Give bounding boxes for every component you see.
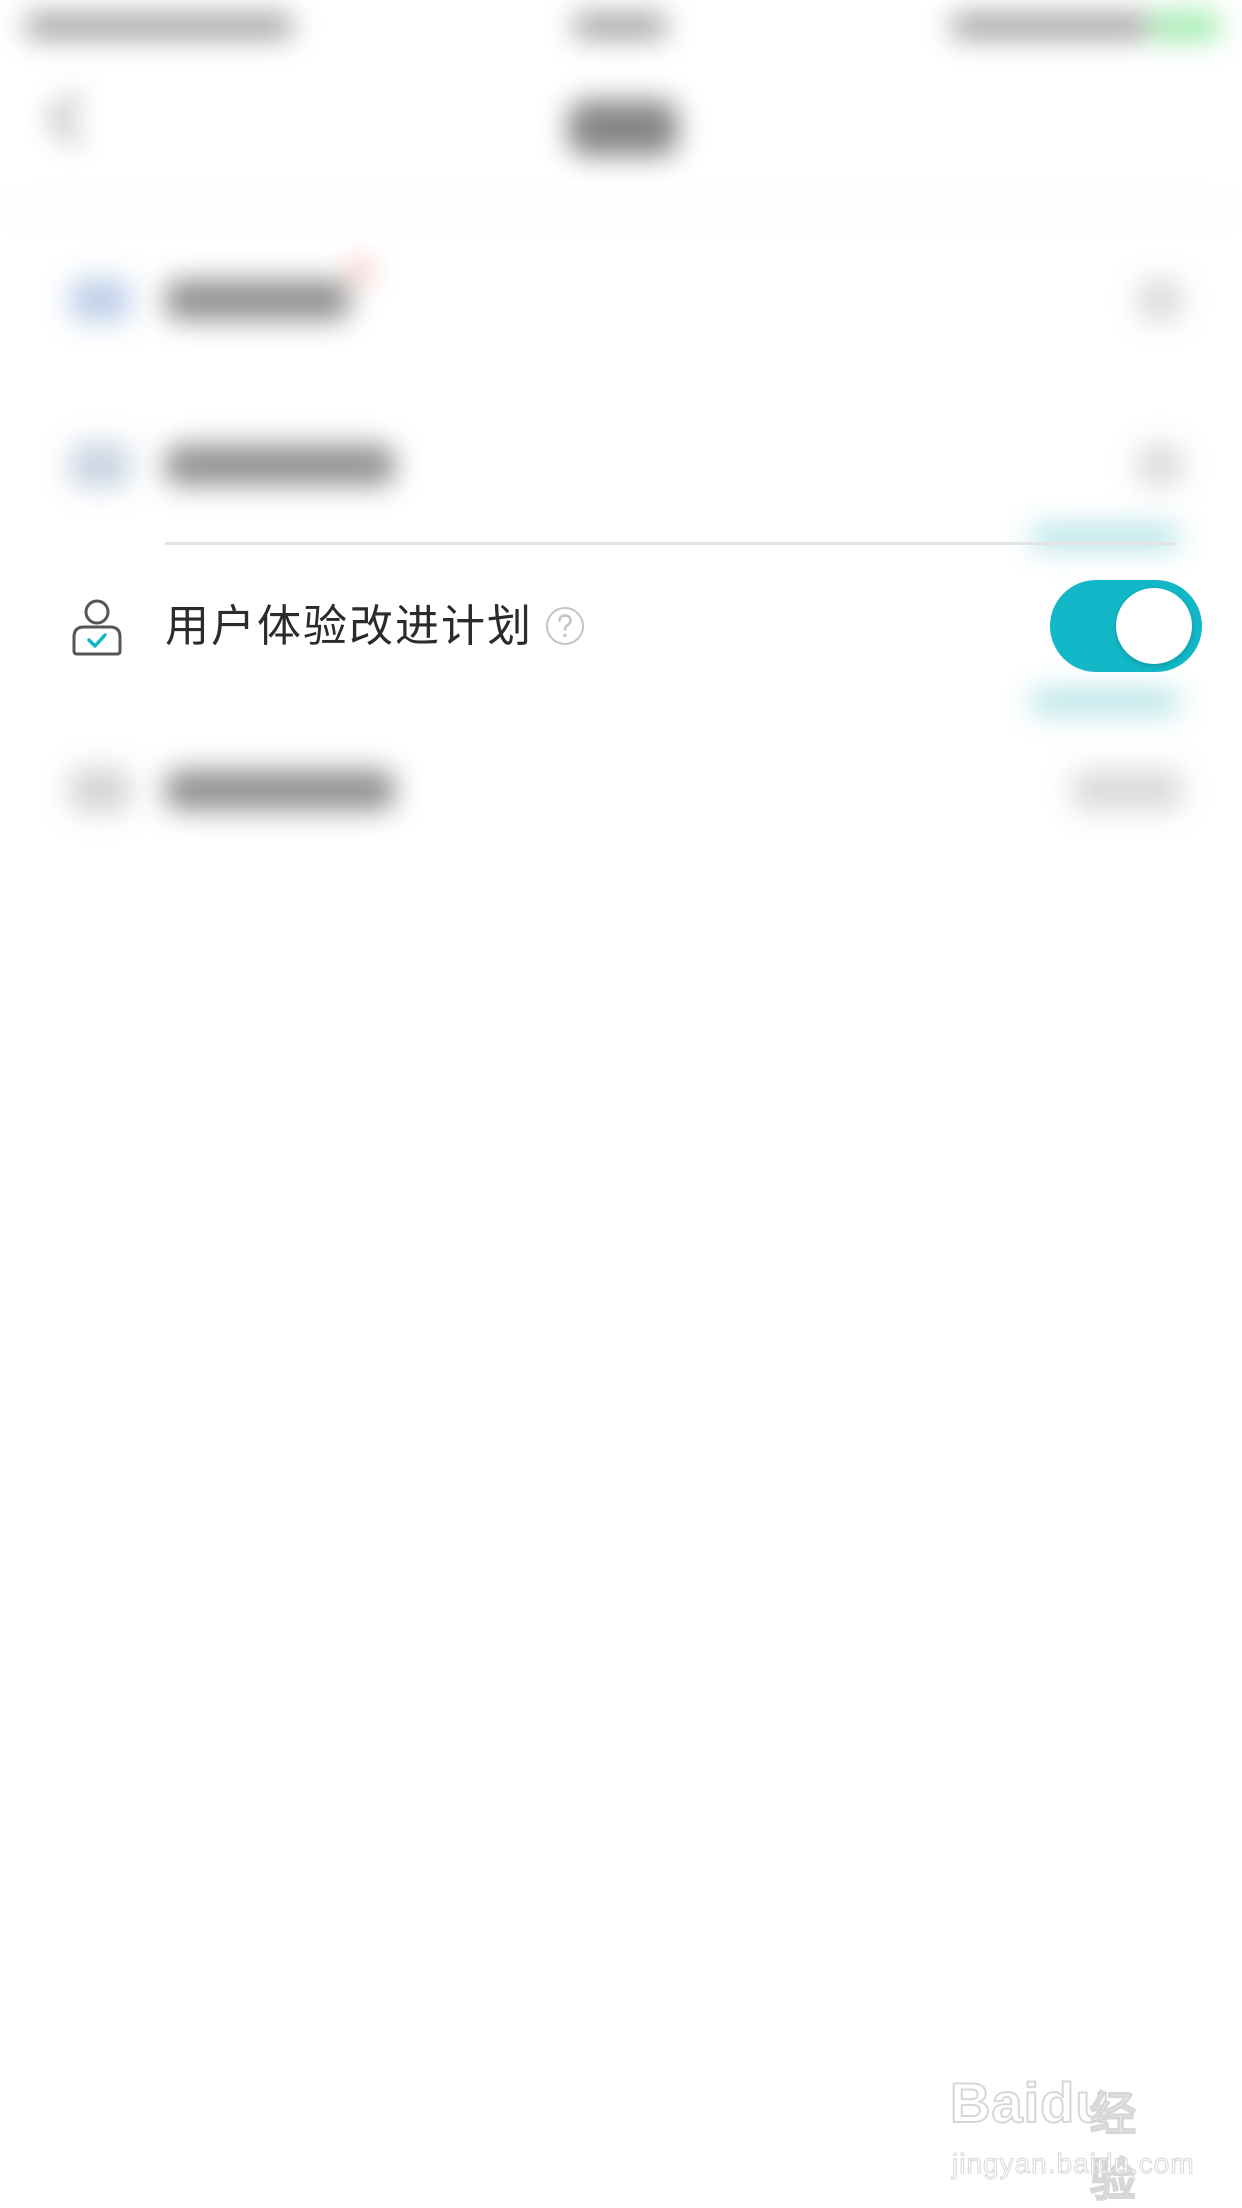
chevron-right-icon [1138, 445, 1182, 485]
row-label [165, 770, 395, 810]
status-time [572, 14, 668, 38]
list-item[interactable] [0, 220, 1242, 380]
list-item[interactable] [0, 385, 1242, 545]
list-item[interactable] [0, 710, 1242, 870]
row-icon [70, 278, 130, 322]
nav-title [568, 100, 678, 156]
chevron-right-icon [1138, 280, 1182, 320]
question-circle-icon[interactable] [545, 606, 585, 646]
watermark-url: jingyan.baidu.com [952, 2148, 1195, 2180]
notification-dot [350, 260, 372, 282]
row-label: 用户体验改进计划 [165, 601, 533, 652]
baidu-jingyan-watermark: Baidu 经验 jingyan.baidu.com [949, 2070, 1194, 2208]
toggle-knob [1116, 588, 1192, 664]
row-label [165, 280, 350, 320]
row-divider [165, 542, 1175, 545]
status-indicators [950, 14, 1150, 38]
battery-icon [1150, 12, 1220, 40]
row-icon [70, 768, 130, 812]
settings-screen: 用户体验改进计划 Baidu 经验 jingyan.baidu.com [0, 0, 1242, 2208]
row-value [1072, 770, 1182, 810]
user-experience-program-row[interactable]: 用户体验改进计划 [0, 547, 1242, 705]
status-carrier [24, 14, 294, 38]
back-arrow-icon[interactable] [48, 92, 102, 146]
row-label [165, 445, 395, 485]
status-bar [0, 0, 1242, 60]
watermark-brand-cn: 经验 [1089, 2086, 1137, 2208]
highlight-mark [1030, 525, 1180, 549]
nav-bar [0, 60, 1242, 212]
blurred-background [0, 0, 1242, 1000]
user-check-icon [70, 597, 124, 657]
row-icon [70, 443, 130, 487]
watermark-brand: Baidu [949, 2070, 1111, 2135]
user-experience-toggle[interactable] [1050, 580, 1202, 672]
